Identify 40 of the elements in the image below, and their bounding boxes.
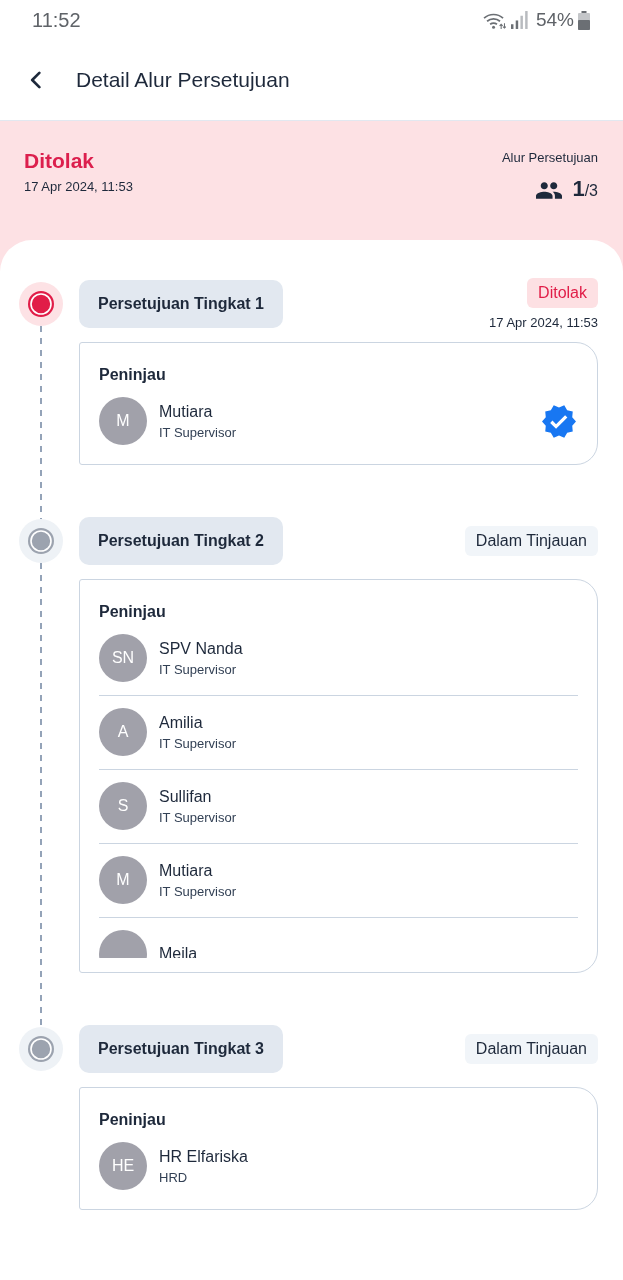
avatar: M [99, 856, 147, 904]
status-badge: Dalam Tinjauan [464, 526, 598, 556]
approval-count: 1 [572, 176, 585, 202]
step-title: Persetujuan Tingkat 1 [79, 280, 283, 328]
reviewer-name: Sullifan [159, 786, 213, 807]
back-icon[interactable] [29, 71, 41, 89]
page-title: Detail Alur Persetujuan [76, 67, 290, 94]
reviewers-heading: Peninjau [99, 1110, 167, 1130]
step-date: 17 Apr 2024, 11:53 [489, 313, 598, 331]
status-badge: Ditolak [527, 277, 598, 308]
reviewer-role: IT Supervisor [159, 734, 237, 752]
reviewer-name: Mutiara [159, 401, 214, 422]
reviewer-name: SPV Nanda [159, 638, 243, 659]
approval-total: /3 [584, 182, 598, 201]
status-badge: Dalam Tinjauan [464, 1034, 598, 1064]
avatar: S [99, 782, 147, 830]
reviewer-name: HR Elfariska [159, 1146, 248, 1167]
avatar: M [99, 397, 147, 445]
reviewers-heading: Peninjau [99, 365, 167, 385]
battery-icon [578, 10, 590, 30]
people-icon [536, 181, 563, 199]
reviewer-name: Amilia [159, 712, 204, 733]
avatar: A [99, 708, 147, 756]
step-title: Persetujuan Tingkat 2 [79, 517, 283, 565]
step-title: Persetujuan Tingkat 3 [79, 1025, 283, 1073]
status-date: 17 Apr 2024, 11:53 [24, 178, 133, 196]
reviewer-name: Mutiara [159, 860, 214, 881]
status-time: 11:52 [32, 8, 81, 33]
avatar: SN [99, 634, 147, 682]
reviewer-role: HRD [159, 1168, 189, 1186]
signal-icon [510, 11, 528, 29]
reviewer-role: IT Supervisor [159, 423, 237, 441]
battery-percentage: 54% [535, 7, 574, 32]
status-title: Ditolak [24, 148, 95, 174]
avatar: HE [99, 1142, 147, 1190]
reviewer-role: IT Supervisor [159, 808, 237, 826]
reviewers-heading: Peninjau [99, 602, 167, 622]
reviewer-role: IT Supervisor [159, 660, 238, 678]
reviewer-role: IT Supervisor [159, 882, 237, 900]
flow-label: Alur Persetujuan [501, 149, 598, 167]
